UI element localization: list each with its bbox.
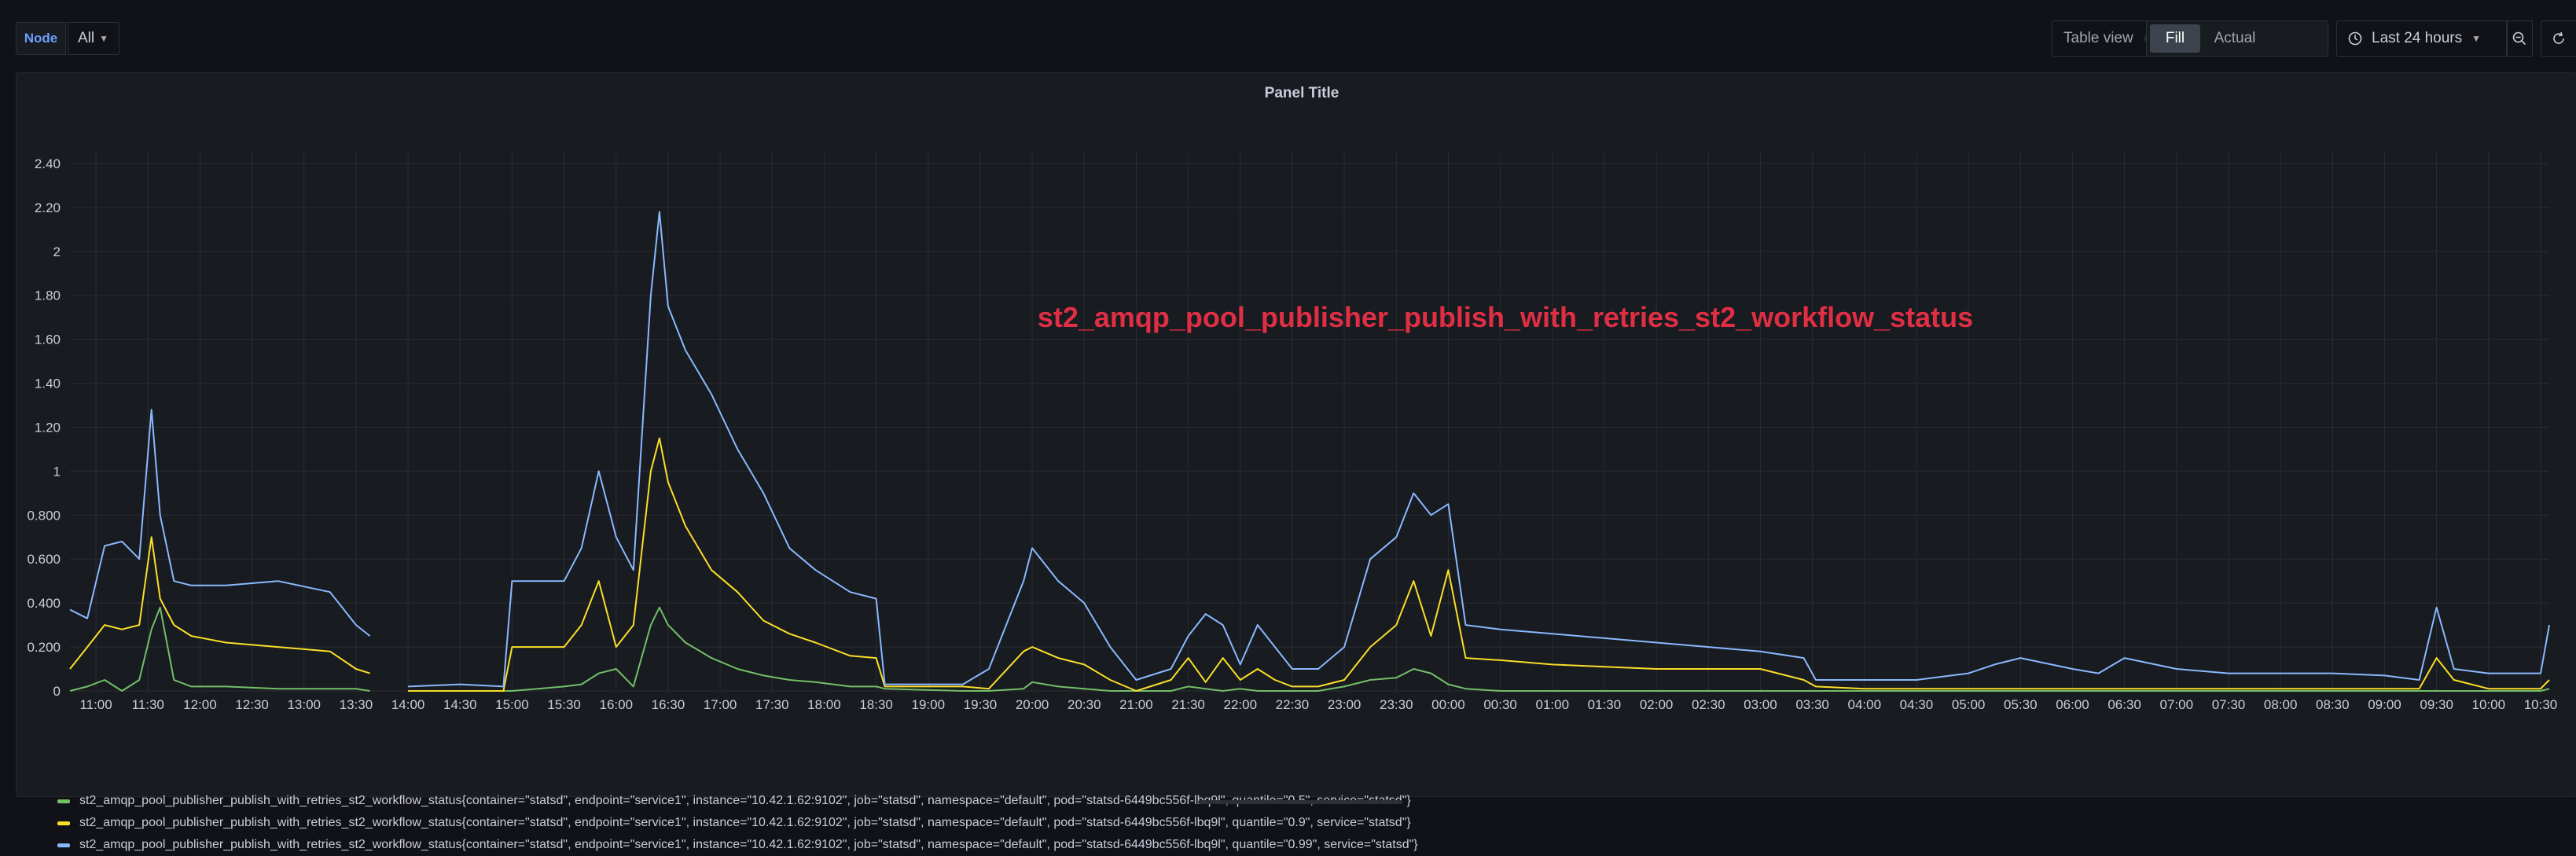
legend-color-swatch: [57, 843, 70, 847]
table-view-label: Table view: [2063, 30, 2133, 46]
x-tick-label: 00:30: [1483, 697, 1517, 712]
fill-actual-switch: Fill Actual: [2146, 20, 2328, 57]
actual-button[interactable]: Actual: [2203, 24, 2266, 53]
node-variable-value: All: [78, 30, 95, 46]
y-tick-label: 1.80: [35, 288, 61, 303]
series-line-0: [69, 606, 2550, 692]
x-tick-label: 13:00: [287, 697, 321, 712]
legend-item[interactable]: st2_amqp_pool_publisher_publish_with_ret…: [57, 812, 1418, 834]
time-range-picker[interactable]: Last 24 hours ▼: [2336, 20, 2508, 57]
y-tick-label: 0.200: [27, 640, 61, 655]
chevron-down-icon: ▼: [2471, 33, 2482, 44]
x-tick-label: 06:30: [2107, 697, 2141, 712]
x-tick-label: 04:00: [1848, 697, 1882, 712]
x-tick-label: 06:00: [2056, 697, 2089, 712]
x-tick-label: 03:30: [1795, 697, 1829, 712]
node-variable-select[interactable]: All ▼: [68, 22, 119, 55]
x-tick-label: 09:30: [2420, 697, 2453, 712]
x-tick-label: 09:00: [2368, 697, 2401, 712]
y-tick-label: 2: [53, 244, 61, 259]
series-lines: [69, 211, 2550, 692]
x-tick-label: 08:00: [2264, 697, 2298, 712]
chart-annotation-text: st2_amqp_pool_publisher_publish_with_ret…: [1038, 301, 1973, 333]
series-line-1: [69, 437, 2550, 692]
x-tick-label: 10:00: [2472, 697, 2506, 712]
x-tick-label: 01:30: [1588, 697, 1622, 712]
x-tick-label: 22:00: [1224, 697, 1258, 712]
x-tick-label: 21:30: [1171, 697, 1205, 712]
x-tick-label: 11:30: [132, 697, 164, 712]
x-axis: 11:00 11:30 12:00 12:30 13:00 13:30 14:00 14:30…: [79, 697, 2557, 712]
legend-label: st2_amqp_pool_publisher_publish_with_ret…: [79, 838, 1418, 851]
x-tick-label: 15:00: [495, 697, 529, 712]
x-tick-label: 02:00: [1640, 697, 1674, 712]
fill-button[interactable]: Fill: [2150, 24, 2200, 53]
x-tick-label: 03:00: [1744, 697, 1777, 712]
x-tick-label: 22:30: [1276, 697, 1310, 712]
x-tick-label: 00:00: [1431, 697, 1465, 712]
x-tick-label: 20:00: [1016, 697, 1049, 712]
x-tick-label: 11:00: [79, 697, 112, 712]
horizontal-scrollbar[interactable]: [1198, 800, 1402, 804]
x-tick-label: 02:30: [1692, 697, 1725, 712]
y-tick-label: 1.60: [35, 332, 61, 347]
x-tick-label: 08:30: [2316, 697, 2350, 712]
series-line-2: [69, 211, 2550, 688]
y-tick-label: 1.40: [35, 377, 61, 391]
legend-item[interactable]: st2_amqp_pool_publisher_publish_with_ret…: [57, 834, 1418, 856]
chart-grid: [70, 152, 2549, 692]
x-tick-label: 07:00: [2160, 697, 2194, 712]
legend-label: st2_amqp_pool_publisher_publish_with_ret…: [79, 816, 1411, 829]
x-tick-label: 17:00: [704, 697, 737, 712]
x-tick-label: 17:30: [755, 697, 789, 712]
y-tick-label: 2.40: [35, 156, 61, 171]
x-tick-label: 20:30: [1068, 697, 1101, 712]
x-tick-label: 18:30: [859, 697, 893, 712]
x-tick-label: 05:30: [2004, 697, 2038, 712]
y-tick-label: 2.20: [35, 200, 61, 215]
x-tick-label: 16:30: [652, 697, 685, 712]
y-tick-label: 0.400: [27, 596, 61, 611]
y-tick-label: 0: [53, 684, 61, 699]
x-tick-label: 12:00: [183, 697, 217, 712]
y-axis: 0 0.200 0.400 0.600 0.800 1 1.20 1.40 1.60 1.80 2 2…: [27, 156, 61, 699]
x-tick-label: 19:30: [964, 697, 998, 712]
x-tick-label: 01:00: [1536, 697, 1570, 712]
x-tick-label: 12:30: [235, 697, 269, 712]
x-tick-label: 14:00: [391, 697, 425, 712]
x-tick-label: 21:00: [1119, 697, 1153, 712]
refresh-icon: [2553, 31, 2564, 44]
x-tick-label: 15:30: [547, 697, 581, 712]
x-tick-label: 23:00: [1328, 697, 1361, 712]
time-series-chart[interactable]: 00.2000.4000.6000.80011.201.401.601.8022…: [17, 73, 2576, 798]
zoom-out-button[interactable]: [2506, 20, 2533, 57]
chevron-down-icon: ▼: [99, 33, 109, 44]
x-tick-label: 14:30: [443, 697, 477, 712]
clock-icon: [2348, 31, 2362, 46]
time-range-label: Last 24 hours: [2372, 30, 2463, 46]
x-tick-label: 23:30: [1380, 697, 1413, 712]
legend-color-swatch: [57, 821, 70, 825]
x-tick-label: 07:30: [2212, 697, 2246, 712]
zoom-out-icon: [2512, 31, 2526, 46]
y-tick-label: 0.600: [27, 552, 61, 567]
x-tick-label: 10:30: [2524, 697, 2558, 712]
dashboard-toolbar: Node All ▼ Table view Fill Actual Last 2…: [0, 0, 2576, 72]
refresh-button[interactable]: [2541, 20, 2576, 57]
y-tick-label: 1: [53, 464, 61, 479]
x-tick-label: 05:00: [1952, 697, 1986, 712]
x-tick-label: 16:00: [599, 697, 633, 712]
variable-label-node: Node: [16, 22, 66, 55]
x-tick-label: 13:30: [340, 697, 373, 712]
legend-color-swatch: [57, 799, 70, 803]
x-tick-label: 18:00: [807, 697, 841, 712]
y-tick-label: 0.800: [27, 508, 61, 523]
x-tick-label: 04:30: [1900, 697, 1934, 712]
time-series-panel: Panel Title 0 0.200 0.400 0.600 0.800 1 1.20 1.…: [16, 72, 2576, 851]
x-tick-label: 19:00: [911, 697, 945, 712]
y-tick-label: 1.20: [35, 420, 61, 435]
